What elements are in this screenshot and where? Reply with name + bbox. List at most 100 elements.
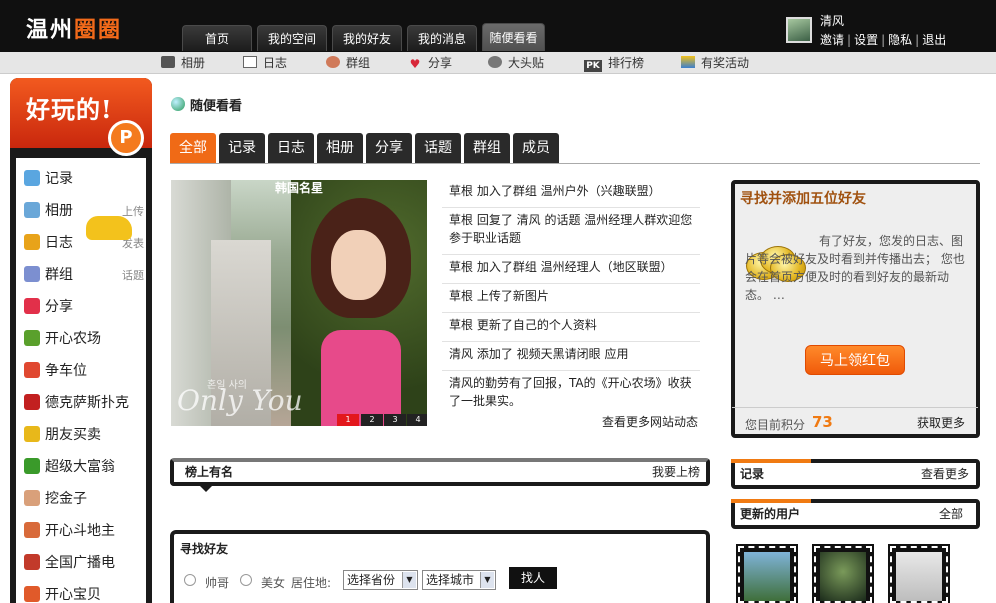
sidebar-item-label: 超级大富翁 [45, 459, 115, 475]
sidebar-item-label: 日志 [45, 235, 73, 251]
feed-more-link[interactable]: 查看更多网站动态 [602, 413, 698, 430]
subnav-groups[interactable]: 群组 [326, 54, 370, 71]
add-friends-card [731, 180, 980, 438]
find-people-button[interactable]: 找人 [509, 567, 557, 589]
sidebar-item[interactable]: 开心农场 [24, 328, 146, 350]
photo-booth-icon [488, 56, 502, 68]
subnav-leaderboard[interactable]: PK 排行榜 [584, 54, 644, 72]
sidebar-item[interactable]: 开心斗地主 [24, 520, 146, 542]
sidebar-item-label: 记录 [45, 171, 73, 187]
user-avatar[interactable] [786, 17, 812, 43]
feed-item[interactable]: 草根 加入了群组 温州户外（兴趣联盟） [442, 182, 700, 208]
nav-tab-browse[interactable]: 随便看看 [482, 23, 545, 51]
ranked-title: 榜上有名 [185, 465, 234, 479]
sidebar-item[interactable]: 全国广播电 [24, 552, 146, 574]
points-value: 73 [812, 413, 833, 431]
sidebar-item[interactable]: 群组 话题 [24, 264, 146, 286]
document-icon [243, 56, 257, 68]
city-select[interactable]: 选择城市 ▼ [422, 570, 496, 590]
photo-page-1[interactable]: 1 [337, 414, 359, 426]
add-friends-description: 有了好友，您发的日志、图片等会被好友及时看到并传播出去； 您也会在首页方便及时的… [745, 234, 965, 302]
feed-item[interactable]: 草根 回复了 清风 的话题 温州经理人群欢迎您参于职业话题 [442, 211, 700, 255]
subnav-blogs[interactable]: 日志 [243, 54, 287, 71]
sidebar-item[interactable]: 德克萨斯扑克 [24, 392, 146, 414]
get-red-packet-button[interactable]: 马上领红包 [805, 345, 905, 375]
filter-tab-albums[interactable]: 相册 [317, 133, 363, 163]
sidebar-item[interactable]: 超级大富翁 [24, 456, 146, 478]
nav-tab-my-friends[interactable]: 我的好友 [332, 25, 402, 51]
points-label: 您目前积分 [745, 418, 806, 432]
notebook-icon [24, 234, 40, 250]
user-thumbnail[interactable] [812, 544, 874, 603]
parking-badge-icon: P [108, 120, 144, 156]
subnav-share[interactable]: ♥ 分享 [408, 54, 452, 71]
filter-tab-groups[interactable]: 群组 [464, 133, 510, 163]
sidebar-item-label: 开心斗地主 [45, 523, 115, 539]
feed-item[interactable]: 草根 加入了群组 温州经理人（地区联盟） [442, 258, 700, 284]
promo-text: 好玩的! [26, 95, 113, 124]
sidebar-item[interactable]: 相册 上传 [24, 200, 146, 222]
subnav-photo-booth[interactable]: 大头贴 [488, 54, 544, 71]
find-friends-title: 寻找好友 [180, 542, 229, 556]
gender-female-radio[interactable] [240, 574, 252, 586]
nav-tab-my-messages[interactable]: 我的消息 [407, 25, 477, 51]
heart-icon [24, 298, 40, 314]
sidebar-item-label: 群组 [45, 267, 73, 283]
cards-icon [24, 522, 40, 538]
money-icon [24, 458, 40, 474]
photo-icon [24, 202, 40, 218]
nav-tab-home[interactable]: 首页 [182, 25, 252, 51]
sidebar-item-label: 争车位 [45, 363, 87, 379]
sidebar-item-label: 开心宝贝 [45, 587, 101, 603]
sidebar-item[interactable]: 开心宝贝 [24, 584, 146, 603]
feed-item[interactable]: 清风 添加了 视频天黑请闭眼 应用 [442, 345, 700, 371]
filter-tab-records[interactable]: 记录 [219, 133, 265, 163]
ranked-panel [170, 458, 710, 486]
records-more-link[interactable]: 查看更多 [921, 465, 969, 482]
join-ranking-link[interactable]: 我要上榜 [652, 463, 700, 480]
user-thumbnail[interactable] [888, 544, 950, 603]
sidebar-item[interactable]: 朋友买卖 [24, 424, 146, 446]
sidebar-item-action[interactable]: 话题 [122, 265, 144, 287]
group-icon [24, 266, 40, 282]
car-icon [86, 216, 132, 240]
nav-tab-my-space[interactable]: 我的空间 [257, 25, 327, 51]
photo-caption: 韩国名星 [274, 181, 323, 195]
feed-item[interactable]: 草根 更新了自己的个人资料 [442, 316, 700, 342]
sidebar-item-label: 开心农场 [45, 331, 101, 347]
filter-tab-members[interactable]: 成员 [513, 133, 559, 163]
sidebar-item-label: 全国广播电 [45, 555, 115, 571]
photo-page-3[interactable]: 3 [384, 414, 406, 426]
heart-icon: ♥ [409, 57, 421, 71]
camera-icon [161, 56, 175, 68]
photo-signature: Only You [177, 384, 303, 417]
sidebar-item[interactable]: 记录 [24, 168, 146, 190]
subnav-rewards[interactable]: 有奖活动 [681, 54, 749, 71]
photo-page-4[interactable]: 4 [407, 414, 427, 426]
get-more-points-link[interactable]: 获取更多 [917, 414, 965, 431]
featured-photo[interactable]: 韩国名星 혼일 사의 Only You 1 2 3 4 [171, 180, 427, 426]
invite-link[interactable]: 邀请 [820, 33, 844, 47]
province-select[interactable]: 选择省份 ▼ [343, 570, 418, 590]
subnav-albums[interactable]: 相册 [161, 54, 205, 71]
logout-link[interactable]: 退出 [922, 33, 946, 47]
feed-item[interactable]: 草根 上传了新图片 [442, 287, 700, 313]
gender-male-radio[interactable] [184, 574, 196, 586]
filter-tab-blogs[interactable]: 日志 [268, 133, 314, 163]
filter-tab-all[interactable]: 全部 [170, 133, 216, 163]
privacy-link[interactable]: 隐私 [888, 33, 912, 47]
settings-link[interactable]: 设置 [854, 33, 878, 47]
user-thumbnail[interactable] [736, 544, 798, 603]
filter-tab-topics[interactable]: 话题 [415, 133, 461, 163]
card-divider [732, 407, 978, 408]
site-logo[interactable]: 温州圈圈 [26, 12, 122, 44]
updated-users-all-link[interactable]: 全部 [939, 505, 963, 522]
chevron-down-icon: ▼ [480, 572, 494, 588]
feed-item[interactable]: 清风的勤劳有了回报，TA的《开心农场》收获了一批果实。 [442, 374, 700, 414]
sidebar-item[interactable]: 争车位 [24, 360, 146, 382]
sidebar-item[interactable]: 分享 [24, 296, 146, 318]
photo-page-2[interactable]: 2 [361, 414, 383, 426]
user-name[interactable]: 清风 [820, 12, 844, 29]
sidebar-item[interactable]: 挖金子 [24, 488, 146, 510]
filter-tab-share[interactable]: 分享 [366, 133, 412, 163]
